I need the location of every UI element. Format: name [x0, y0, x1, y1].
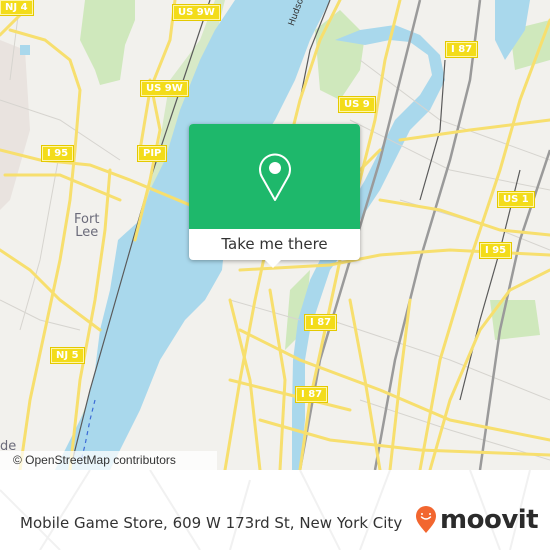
- footer-bar: Mobile Game Store, 609 W 173rd St, New Y…: [0, 470, 550, 550]
- map-pin-icon: [259, 153, 291, 201]
- map-view[interactable]: NJ 4 US 9W US 9W I 95 PIP US 9 I 87 US 1…: [0, 0, 550, 470]
- brand-name: moovit: [440, 505, 539, 535]
- route-shield-i87: I 87: [446, 42, 478, 57]
- route-shield-i87: I 87: [305, 315, 337, 330]
- route-shield-us9: US 9: [339, 97, 375, 112]
- route-shield-nj5: NJ 5: [51, 348, 84, 363]
- route-shield-i87: I 87: [296, 387, 328, 402]
- route-shield-us9w: US 9W: [141, 81, 188, 96]
- route-shield-nj4: NJ 4: [0, 0, 33, 15]
- park-area: [80, 0, 135, 85]
- route-shield-i95: I 95: [480, 243, 512, 258]
- attribution-text[interactable]: © OpenStreetMap contributors: [13, 453, 176, 467]
- urban-area: [0, 40, 30, 210]
- route-shield-us9w: US 9W: [173, 5, 220, 20]
- popup-header: [189, 124, 360, 229]
- moovit-pin-icon: [416, 506, 436, 533]
- map-attribution: © OpenStreetMap contributors: [0, 451, 217, 470]
- pond: [20, 45, 30, 55]
- park-area: [315, 10, 365, 100]
- route-shield-us1: US 1: [498, 192, 534, 207]
- location-address: Mobile Game Store, 609 W 173rd St, New Y…: [20, 514, 403, 532]
- route-shield-i95: I 95: [42, 146, 74, 161]
- route-shield-pip: PIP: [138, 146, 167, 161]
- moovit-logo[interactable]: moovit: [415, 505, 539, 535]
- take-me-there-button[interactable]: Take me there: [189, 229, 360, 260]
- popup-pointer: [265, 260, 281, 268]
- place-label-fort-lee: Fort Lee: [74, 212, 100, 240]
- location-popup: Take me there: [189, 124, 360, 268]
